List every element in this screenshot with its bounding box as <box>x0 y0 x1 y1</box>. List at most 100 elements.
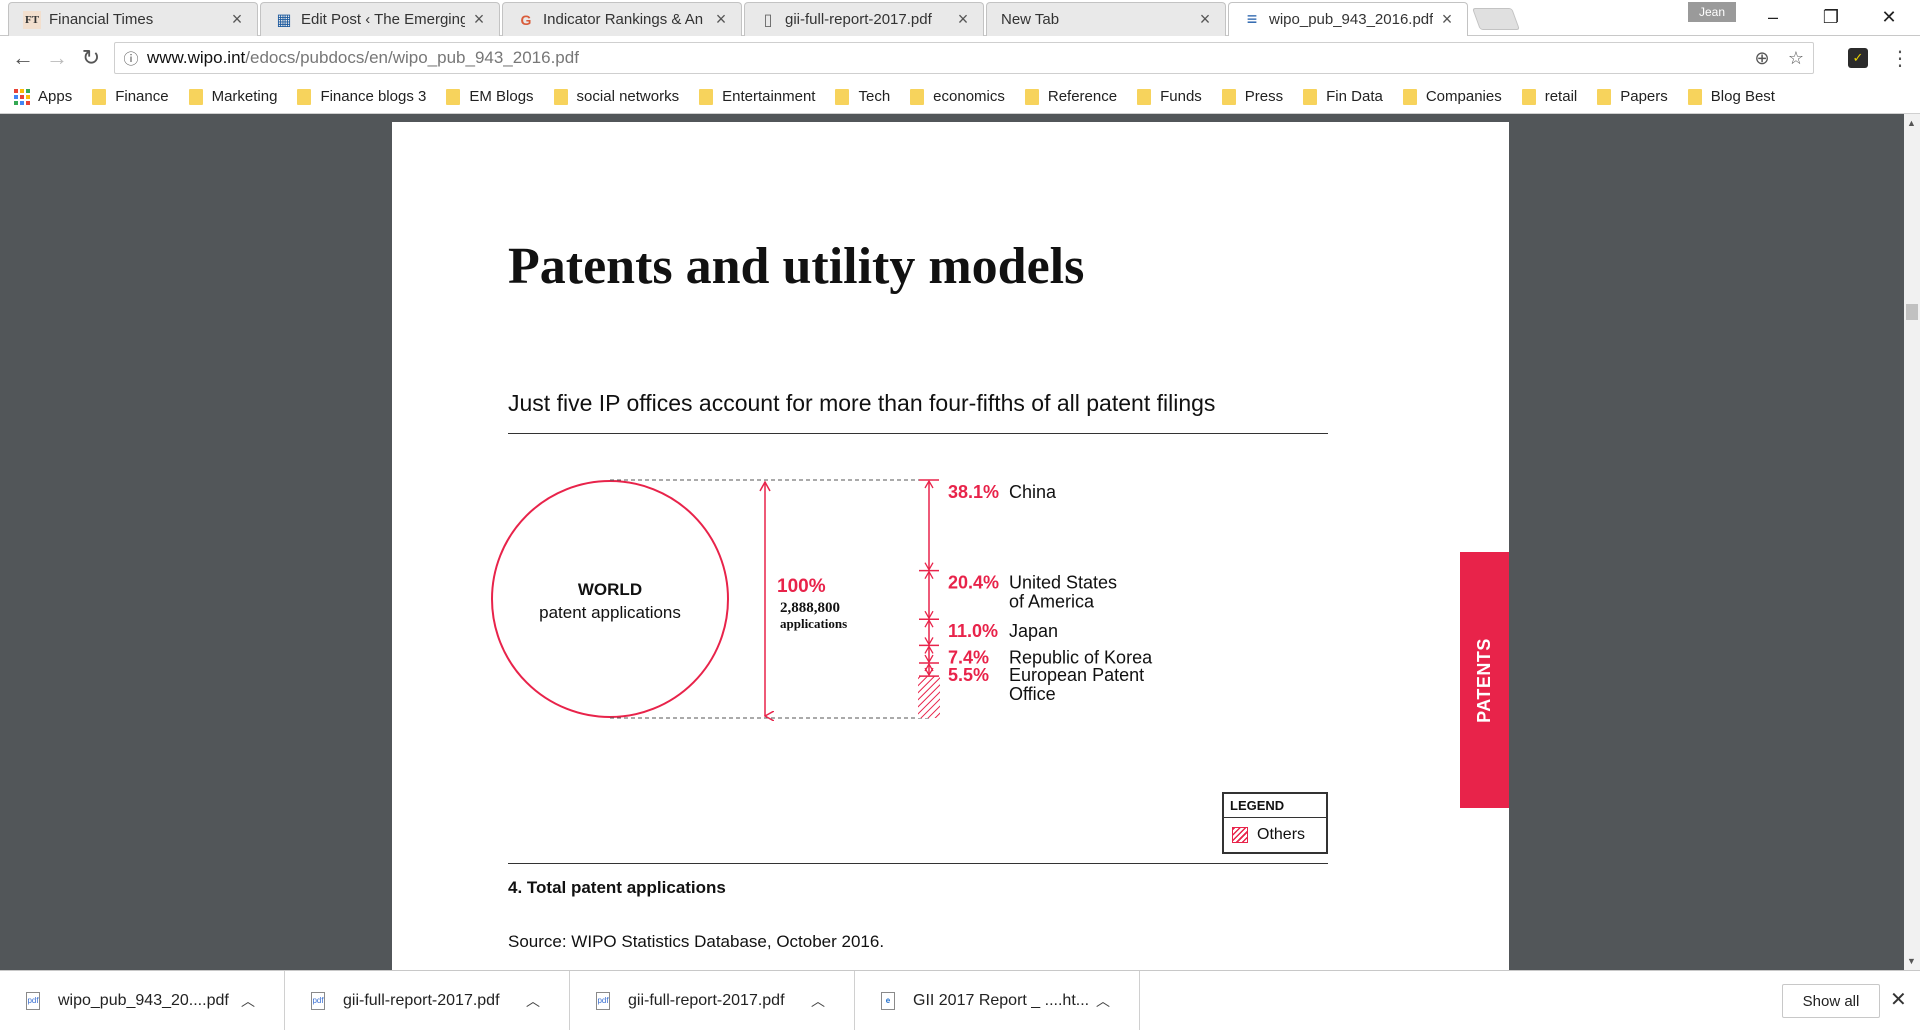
chevron-up-icon[interactable]: ︿ <box>518 991 548 1011</box>
segment-value-label: 38.1% <box>948 482 999 502</box>
tab-label: wipo_pub_943_2016.pdf <box>1269 11 1433 28</box>
tab-gii-full-report[interactable]: ▯ gii-full-report-2017.pdf × <box>744 2 984 36</box>
apps-grid-icon <box>14 88 30 105</box>
tab-financial-times[interactable]: FT Financial Times × <box>8 2 258 36</box>
new-tab-button[interactable] <box>1471 8 1521 30</box>
reload-icon[interactable]: ↻ <box>76 44 106 72</box>
segment-value-label: 11.0% <box>948 621 998 641</box>
zoom-icon[interactable]: ⊕ <box>1745 48 1779 69</box>
bookmark-folder[interactable]: Papers <box>1597 88 1668 105</box>
folder-icon <box>1597 88 1612 105</box>
tab-new-tab[interactable]: New Tab × <box>986 2 1226 36</box>
gii-favicon-icon: G <box>520 11 532 28</box>
url-text[interactable]: www.wipo.int/edocs/pubdocs/en/wipo_pub_9… <box>147 48 1745 68</box>
bookmark-label: social networks <box>576 88 680 105</box>
legend-title: LEGEND <box>1224 794 1326 818</box>
forward-arrow-icon[interactable]: → <box>42 44 72 72</box>
close-tab-icon[interactable]: × <box>1439 9 1455 30</box>
legend-item-others: Others <box>1224 818 1326 852</box>
show-all-button[interactable]: Show all <box>1782 984 1880 1018</box>
close-tab-icon[interactable]: × <box>1197 9 1213 30</box>
source-note: Source: WIPO Statistics Database, Octobe… <box>508 932 885 951</box>
download-item[interactable]: e GII 2017 Report _ ....ht... ︿ <box>855 971 1140 1030</box>
bookmark-label: Companies <box>1425 88 1502 105</box>
bookmark-label: Entertainment <box>722 88 816 105</box>
bookmark-folder[interactable]: Companies <box>1402 88 1502 105</box>
bookmark-folder[interactable]: retail <box>1521 88 1577 105</box>
tab-indicator-rankings[interactable]: G Indicator Rankings & An × <box>502 2 742 36</box>
pdf-page: Patents and utility models Just five IP … <box>392 122 1509 970</box>
bookmark-folder[interactable]: Finance blogs 3 <box>297 88 426 105</box>
chart-legend: LEGEND Others <box>1222 792 1328 854</box>
segment-category-label: China <box>1009 482 1057 502</box>
bookmark-folder[interactable]: Finance <box>92 88 169 105</box>
bookmark-folder[interactable]: Tech <box>835 88 890 105</box>
scrollbar-thumb[interactable] <box>1906 304 1918 320</box>
bookmark-star-icon[interactable]: ☆ <box>1779 48 1813 69</box>
extension-icon[interactable]: ✓ <box>1848 48 1868 68</box>
download-item[interactable]: pdf gii-full-report-2017.pdf ︿ <box>285 971 570 1030</box>
bookmark-folder[interactable]: economics <box>910 88 1005 105</box>
download-item[interactable]: pdf gii-full-report-2017.pdf ︿ <box>570 971 855 1030</box>
bookmark-folder[interactable]: Press <box>1221 88 1283 105</box>
bookmarks-bar: Apps Finance Marketing Finance blogs 3 E… <box>0 80 1920 114</box>
folder-icon <box>1687 88 1702 105</box>
minimize-icon[interactable]: – <box>1744 0 1802 34</box>
bookmark-label: economics <box>933 88 1005 105</box>
bookmark-label: Finance blogs 3 <box>320 88 427 105</box>
user-badge[interactable]: Jean <box>1688 2 1736 22</box>
total-percent: 100% <box>777 576 826 597</box>
bookmark-label: EM Blogs <box>469 88 534 105</box>
chevron-up-icon[interactable]: ︿ <box>233 991 263 1011</box>
bookmark-folder[interactable]: Funds <box>1137 88 1202 105</box>
close-tab-icon[interactable]: × <box>229 9 245 30</box>
download-item[interactable]: pdf wipo_pub_943_20....pdf ︿ <box>0 971 285 1030</box>
address-bar[interactable]: ⓘ www.wipo.int/edocs/pubdocs/en/wipo_pub… <box>114 42 1814 74</box>
bookmark-folder[interactable]: Reference <box>1024 88 1117 105</box>
bookmark-label: Marketing <box>211 88 278 105</box>
folder-icon <box>1024 88 1039 105</box>
folder-icon <box>910 88 925 105</box>
bookmark-label: Blog Best <box>1710 88 1775 105</box>
scroll-up-icon[interactable]: ▲ <box>1907 118 1916 128</box>
tab-edit-post[interactable]: ▦ Edit Post ‹ The Emerging × <box>260 2 500 36</box>
menu-icon[interactable]: ⋮ <box>1890 46 1910 71</box>
tab-label: Edit Post ‹ The Emerging <box>301 11 465 28</box>
close-tab-icon[interactable]: × <box>713 9 729 30</box>
ie-file-icon: e <box>881 992 895 1010</box>
figure-caption: 4. Total patent applications <box>508 878 726 897</box>
pdf-viewer[interactable]: Patents and utility models Just five IP … <box>0 114 1920 970</box>
chevron-up-icon[interactable]: ︿ <box>803 991 833 1011</box>
back-arrow-icon[interactable]: ← <box>8 44 38 72</box>
restore-icon[interactable]: ❐ <box>1802 0 1860 34</box>
tab-wipo-pub[interactable]: ≡ wipo_pub_943_2016.pdf × <box>1228 2 1468 36</box>
chevron-up-icon[interactable]: ︿ <box>1088 991 1118 1011</box>
legend-item-label: Others <box>1257 826 1306 843</box>
circle-label: patent applications <box>539 603 681 622</box>
bookmark-apps[interactable]: Apps <box>14 88 72 105</box>
close-tab-icon[interactable]: × <box>471 9 487 30</box>
bookmark-folder[interactable]: EM Blogs <box>446 88 534 105</box>
close-window-icon[interactable]: ✕ <box>1860 0 1918 34</box>
bookmark-folder[interactable]: Marketing <box>188 88 278 105</box>
bookmark-folder[interactable]: social networks <box>553 88 680 105</box>
info-icon[interactable]: ⓘ <box>115 48 147 69</box>
document-favicon-icon: ▯ <box>763 11 773 29</box>
bookmark-label: Tech <box>858 88 891 105</box>
downloads-bar: pdf wipo_pub_943_20....pdf ︿ pdf gii-ful… <box>0 970 1920 1030</box>
folder-icon <box>835 88 850 105</box>
total-unit: applications <box>780 616 847 631</box>
wipo-favicon-icon: ≡ <box>1246 9 1258 29</box>
bookmark-folder[interactable]: Entertainment <box>699 88 815 105</box>
bookmark-folder[interactable]: Blog Best <box>1687 88 1775 105</box>
close-tab-icon[interactable]: × <box>955 9 971 30</box>
bookmark-folder[interactable]: Fin Data <box>1303 88 1383 105</box>
scroll-down-icon[interactable]: ▼ <box>1907 956 1916 966</box>
url-path: /edocs/pubdocs/en/wipo_pub_943_2016.pdf <box>245 48 579 67</box>
download-label: wipo_pub_943_20....pdf <box>58 992 229 1009</box>
tab-label: gii-full-report-2017.pdf <box>785 11 932 28</box>
segment-category-label: Office <box>1009 684 1056 704</box>
close-downloads-icon[interactable]: ✕ <box>1890 987 1907 1012</box>
bookmark-label: Papers <box>1620 88 1668 105</box>
vertical-scrollbar[interactable]: ▲ ▼ <box>1904 114 1920 970</box>
